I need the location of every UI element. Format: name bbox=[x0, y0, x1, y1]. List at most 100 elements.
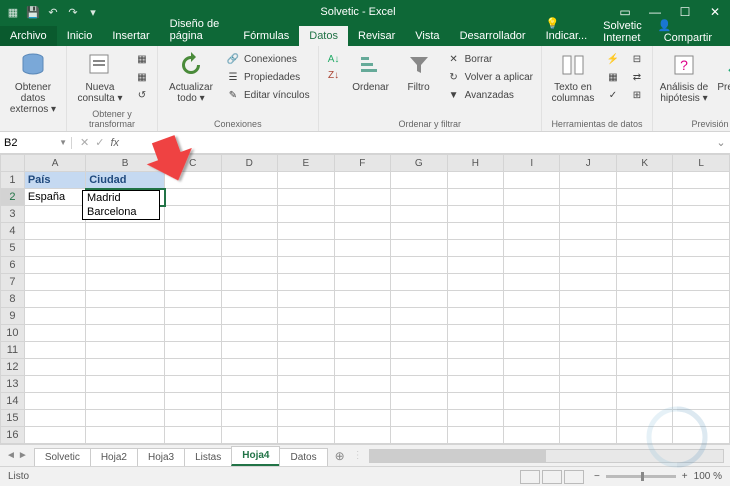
connections-button[interactable]: 🔗Conexiones bbox=[224, 51, 312, 67]
row-header-1[interactable]: 1 bbox=[1, 172, 25, 189]
cell-B13[interactable] bbox=[86, 376, 165, 393]
cell-L3[interactable] bbox=[673, 206, 730, 223]
cell-B17[interactable] bbox=[86, 444, 165, 445]
tab-page-layout[interactable]: Diseño de página bbox=[160, 14, 234, 46]
cell-E15[interactable] bbox=[278, 410, 335, 427]
redo-icon[interactable]: ↷ bbox=[66, 5, 80, 19]
cell-H3[interactable] bbox=[447, 206, 504, 223]
cell-H7[interactable] bbox=[447, 274, 504, 291]
cell-B4[interactable] bbox=[86, 223, 165, 240]
cell-K7[interactable] bbox=[616, 274, 673, 291]
cell-F7[interactable] bbox=[334, 274, 390, 291]
cell-A16[interactable] bbox=[24, 427, 85, 444]
cell-L7[interactable] bbox=[673, 274, 730, 291]
cell-K10[interactable] bbox=[616, 325, 673, 342]
cell-I9[interactable] bbox=[504, 308, 560, 325]
sheet-tab-hoja4[interactable]: Hoja4 bbox=[231, 446, 280, 466]
cell-A12[interactable] bbox=[24, 359, 85, 376]
cell-C12[interactable] bbox=[165, 359, 222, 376]
cell-E10[interactable] bbox=[278, 325, 335, 342]
row-header-10[interactable]: 10 bbox=[1, 325, 25, 342]
cell-E9[interactable] bbox=[278, 308, 335, 325]
cell-E12[interactable] bbox=[278, 359, 335, 376]
cell-C4[interactable] bbox=[165, 223, 222, 240]
cell-C1[interactable] bbox=[165, 172, 222, 189]
cell-E6[interactable] bbox=[278, 257, 335, 274]
cell-J7[interactable] bbox=[560, 274, 616, 291]
cell-E3[interactable] bbox=[278, 206, 335, 223]
cell-K6[interactable] bbox=[616, 257, 673, 274]
text-to-columns-button[interactable]: Texto en columnas bbox=[548, 49, 598, 104]
cell-J17[interactable] bbox=[560, 444, 616, 445]
cell-C11[interactable] bbox=[165, 342, 222, 359]
clear-filter-button[interactable]: ✕Borrar bbox=[445, 51, 535, 67]
tab-formulas[interactable]: Fórmulas bbox=[233, 26, 299, 46]
zoom-level[interactable]: 100 % bbox=[694, 471, 722, 482]
tab-home[interactable]: Inicio bbox=[57, 26, 103, 46]
cell-J4[interactable] bbox=[560, 223, 616, 240]
cell-J12[interactable] bbox=[560, 359, 616, 376]
cell-A14[interactable] bbox=[24, 393, 85, 410]
cell-K16[interactable] bbox=[616, 427, 673, 444]
cell-A11[interactable] bbox=[24, 342, 85, 359]
sheet-tab-hoja2[interactable]: Hoja2 bbox=[90, 448, 138, 466]
cell-A8[interactable] bbox=[24, 291, 85, 308]
tab-file[interactable]: Archivo bbox=[0, 26, 57, 46]
cell-L10[interactable] bbox=[673, 325, 730, 342]
cell-K8[interactable] bbox=[616, 291, 673, 308]
cell-E7[interactable] bbox=[278, 274, 335, 291]
relationships-button[interactable]: ⇄ bbox=[628, 69, 646, 85]
cell-K4[interactable] bbox=[616, 223, 673, 240]
cell-C7[interactable] bbox=[165, 274, 222, 291]
cell-D3[interactable] bbox=[221, 206, 278, 223]
sort-desc-button[interactable]: Z↓ bbox=[325, 67, 343, 83]
save-icon[interactable]: 💾 bbox=[26, 5, 40, 19]
cell-D6[interactable] bbox=[221, 257, 278, 274]
get-external-data-button[interactable]: Obtener datos externos ▾ bbox=[6, 49, 60, 115]
cell-B6[interactable] bbox=[86, 257, 165, 274]
dropdown-item[interactable]: Barcelona bbox=[83, 205, 159, 219]
cell-G12[interactable] bbox=[391, 359, 448, 376]
cell-F17[interactable] bbox=[334, 444, 390, 445]
cell-K12[interactable] bbox=[616, 359, 673, 376]
cell-D1[interactable] bbox=[221, 172, 278, 189]
row-header-6[interactable]: 6 bbox=[1, 257, 25, 274]
column-header-E[interactable]: E bbox=[278, 155, 335, 172]
cell-F3[interactable] bbox=[334, 206, 390, 223]
cell-G1[interactable] bbox=[391, 172, 448, 189]
sheet-tab-listas[interactable]: Listas bbox=[184, 448, 232, 466]
row-header-15[interactable]: 15 bbox=[1, 410, 25, 427]
cell-D14[interactable] bbox=[221, 393, 278, 410]
cell-H12[interactable] bbox=[447, 359, 504, 376]
cell-C2[interactable] bbox=[165, 189, 222, 206]
column-header-H[interactable]: H bbox=[447, 155, 504, 172]
cell-K2[interactable] bbox=[616, 189, 673, 206]
new-query-button[interactable]: Nueva consulta ▾ bbox=[73, 49, 127, 104]
cell-G3[interactable] bbox=[391, 206, 448, 223]
cell-J5[interactable] bbox=[560, 240, 616, 257]
cell-G2[interactable] bbox=[391, 189, 448, 206]
cell-D2[interactable] bbox=[221, 189, 278, 206]
cell-D9[interactable] bbox=[221, 308, 278, 325]
cell-H16[interactable] bbox=[447, 427, 504, 444]
row-header-13[interactable]: 13 bbox=[1, 376, 25, 393]
cell-J11[interactable] bbox=[560, 342, 616, 359]
cell-L1[interactable] bbox=[673, 172, 730, 189]
cell-D5[interactable] bbox=[221, 240, 278, 257]
cell-E2[interactable] bbox=[278, 189, 335, 206]
cell-H17[interactable] bbox=[447, 444, 504, 445]
name-box[interactable]: B2▼ bbox=[0, 137, 72, 149]
properties-button[interactable]: ☰Propiedades bbox=[224, 69, 312, 85]
cell-D7[interactable] bbox=[221, 274, 278, 291]
cell-L17[interactable] bbox=[673, 444, 730, 445]
cell-C10[interactable] bbox=[165, 325, 222, 342]
cell-I3[interactable] bbox=[504, 206, 560, 223]
filter-button[interactable]: Filtro bbox=[399, 49, 439, 93]
cell-L15[interactable] bbox=[673, 410, 730, 427]
cell-C6[interactable] bbox=[165, 257, 222, 274]
cell-G14[interactable] bbox=[391, 393, 448, 410]
advanced-filter-button[interactable]: ▼Avanzadas bbox=[445, 87, 535, 103]
cell-K5[interactable] bbox=[616, 240, 673, 257]
cell-H13[interactable] bbox=[447, 376, 504, 393]
cell-I13[interactable] bbox=[504, 376, 560, 393]
